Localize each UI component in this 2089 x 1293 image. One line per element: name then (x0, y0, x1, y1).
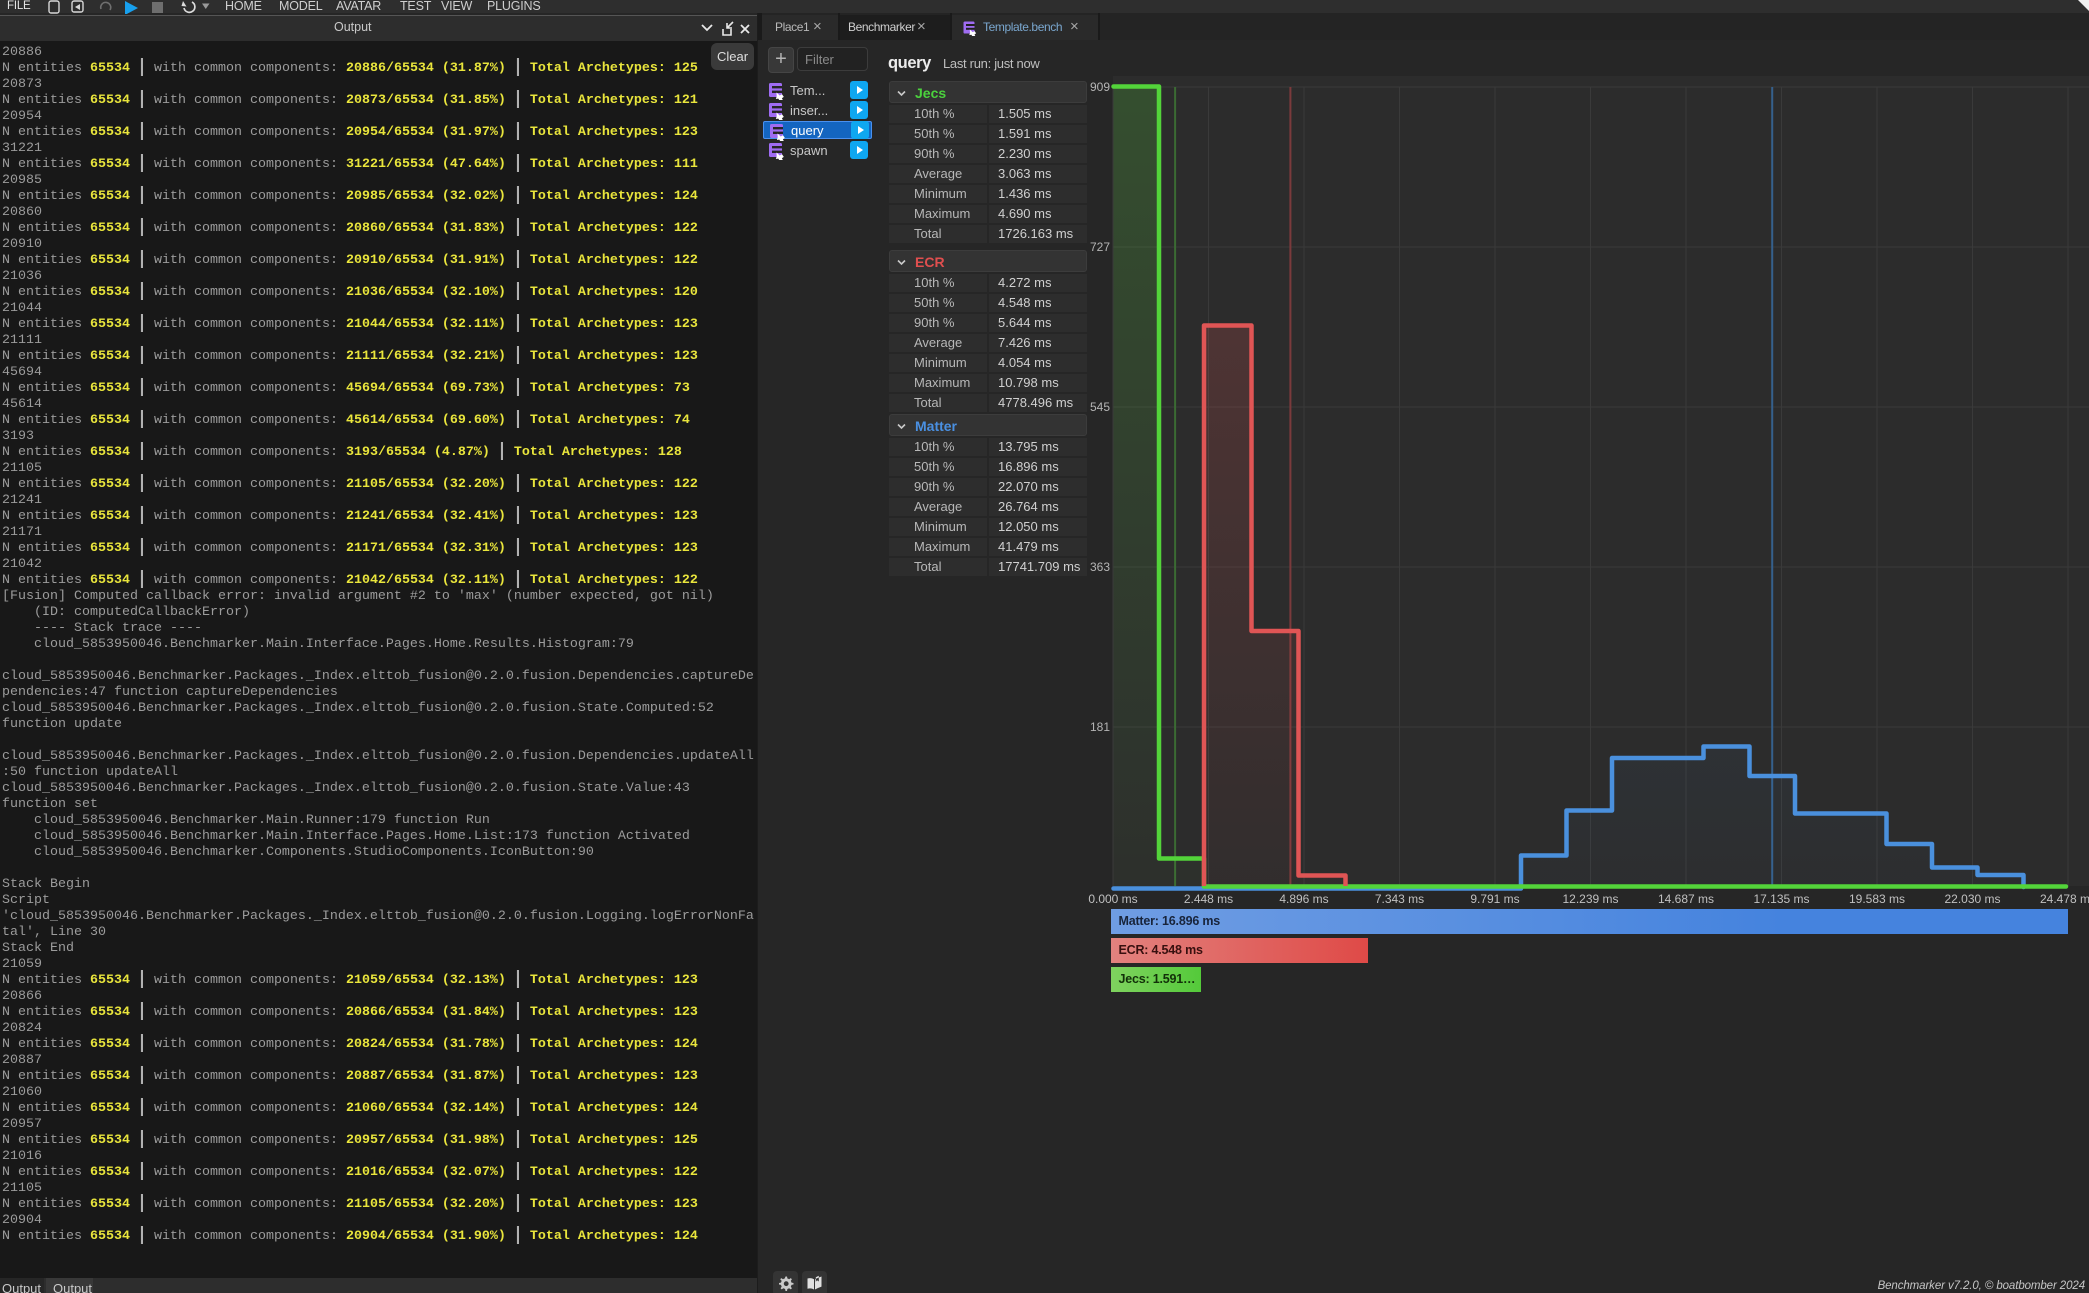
svg-text:727: 727 (1090, 240, 1110, 254)
svg-text:909: 909 (1090, 80, 1110, 94)
svg-text:363: 363 (1090, 560, 1110, 574)
svg-text:22.030 ms: 22.030 ms (1944, 892, 2000, 906)
svg-text:9.791 ms: 9.791 ms (1470, 892, 1519, 906)
svg-text:19.583 ms: 19.583 ms (1849, 892, 1905, 906)
svg-text:545: 545 (1090, 400, 1110, 414)
svg-text:181: 181 (1090, 720, 1110, 734)
svg-text:12.239 ms: 12.239 ms (1562, 892, 1618, 906)
svg-text:24.478 ms: 24.478 ms (2040, 892, 2089, 906)
svg-text:14.687 ms: 14.687 ms (1658, 892, 1714, 906)
svg-text:2.448 ms: 2.448 ms (1184, 892, 1233, 906)
svg-text:7.343 ms: 7.343 ms (1375, 892, 1424, 906)
svg-text:0.000 ms: 0.000 ms (1088, 892, 1137, 906)
svg-text:4.896 ms: 4.896 ms (1279, 892, 1328, 906)
svg-text:17.135 ms: 17.135 ms (1753, 892, 1809, 906)
